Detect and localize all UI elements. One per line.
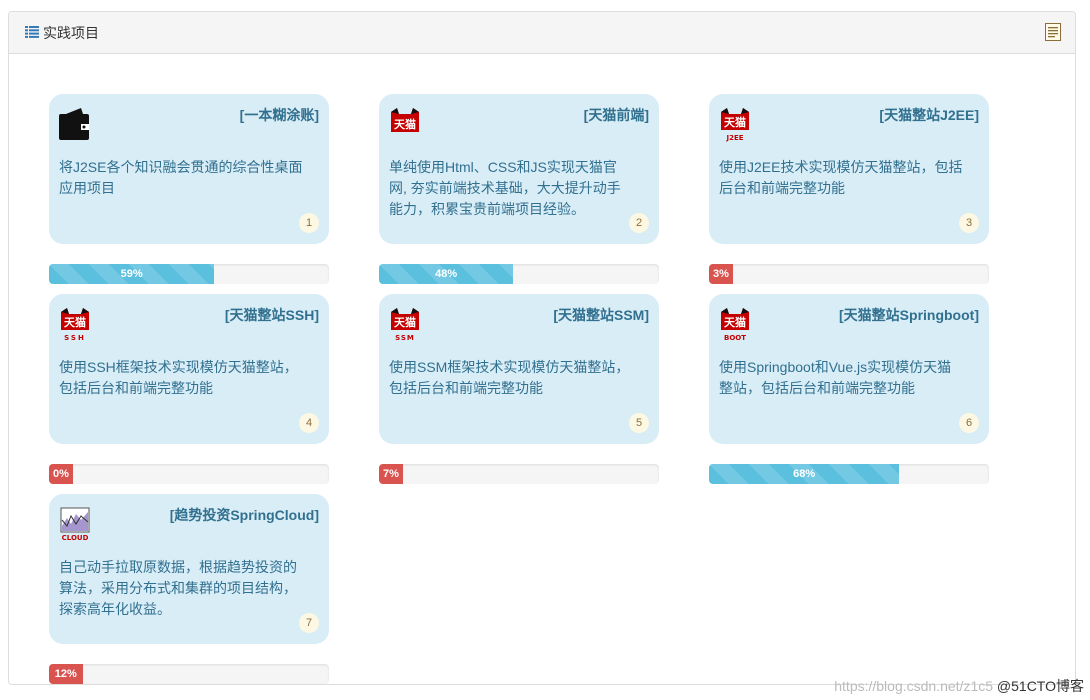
project-title[interactable]: [天猫整站Springboot]: [839, 306, 979, 324]
logo-caption: J2EE: [725, 134, 743, 142]
project-card[interactable]: 天猫 SSM [天猫整站SSM] 使用SSM框架技术实现模仿天猫整站，包括后台和…: [379, 294, 659, 444]
project-title[interactable]: [趋势投资SpringCloud]: [170, 506, 319, 524]
progress-bar: 59%: [49, 264, 215, 284]
project-description: 使用Springboot和Vue.js实现模仿天猫整站，包括后台和前端完整功能: [719, 359, 952, 396]
svg-text:天猫: 天猫: [394, 315, 416, 329]
tmall-icon: 天猫 BOOT: [719, 306, 751, 342]
progress-bar: 12%: [49, 664, 83, 684]
tmall-icon: 天猫 SSH: [59, 306, 91, 342]
logo-caption: SSH: [64, 334, 86, 342]
tmall-icon: 天猫 SSM: [389, 306, 421, 342]
progress-bar: 48%: [379, 264, 514, 284]
project-number-badge: 3: [959, 213, 979, 233]
svg-text:天猫: 天猫: [724, 115, 746, 129]
project-description: 单纯使用Html、CSS和JS实现天猫官网, 夯实前端技术基础，大大提升动手能力…: [389, 159, 621, 217]
project-description: 使用SSH框架技术实现模仿天猫整站，包括后台和前端完整功能: [59, 359, 298, 396]
progress-bar: 7%: [379, 464, 403, 484]
progress-track: 48%: [379, 264, 659, 284]
progress-track: 68%: [709, 464, 989, 484]
project-number-badge: 2: [629, 213, 649, 233]
project-card[interactable]: 天猫 J2EE [天猫整站J2EE] 使用J2EE技术实现模仿天猫整站，包括后台…: [709, 94, 989, 244]
progress-track: 12%: [49, 664, 329, 684]
panel-title: 实践项目: [43, 25, 99, 41]
project-description: 使用J2EE技术实现模仿天猫整站，包括后台和前端完整功能: [719, 159, 963, 196]
project-title[interactable]: [一本糊涂账]: [240, 106, 319, 124]
project-card[interactable]: 天猫 SSH [天猫整站SSH] 使用SSH框架技术实现模仿天猫整站，包括后台和…: [49, 294, 329, 444]
project-number-badge: 7: [299, 613, 319, 633]
project-card[interactable]: CLOUD [趋势投资SpringCloud] 自己动手拉取原数据，根据趋势投资…: [49, 494, 329, 644]
progress-bar: 68%: [709, 464, 900, 484]
progress-track: 7%: [379, 464, 659, 484]
tmall-icon: 天猫 J2EE: [719, 106, 751, 142]
logo-caption: CLOUD: [62, 534, 89, 542]
svg-text:天猫: 天猫: [724, 315, 746, 329]
logo-caption: SSM: [395, 334, 415, 342]
project-number-badge: 5: [629, 413, 649, 433]
watermark-brand: @51CTO博客: [996, 678, 1084, 694]
project-description: 使用SSM框架技术实现模仿天猫整站，包括后台和前端完整功能: [389, 359, 630, 396]
project-description: 自己动手拉取原数据，根据趋势投资的算法，采用分布式和集群的项目结构，探索高年化收…: [59, 559, 297, 617]
progress-track: 3%: [709, 264, 989, 284]
project-number-badge: 1: [299, 213, 319, 233]
project-card[interactable]: 天猫 [天猫前端] 单纯使用Html、CSS和JS实现天猫官网, 夯实前端技术基…: [379, 94, 659, 244]
svg-text:天猫: 天猫: [64, 315, 86, 329]
progress-track: 0%: [49, 464, 329, 484]
panel-heading: 实践项目: [9, 12, 1075, 54]
watermark: https://blog.csdn.net/z1c5 @51CTO博客: [834, 676, 1084, 696]
svg-text:天猫: 天猫: [394, 117, 416, 131]
logo-caption: BOOT: [724, 334, 746, 342]
project-title[interactable]: [天猫整站SSH]: [225, 306, 319, 324]
project-description: 将J2SE各个知识融会贯通的综合性桌面应用项目: [59, 159, 303, 196]
chart-cloud-icon: CLOUD: [59, 506, 91, 542]
project-title[interactable]: [天猫整站SSM]: [553, 306, 649, 324]
watermark-url: https://blog.csdn.net/z1c5: [834, 678, 994, 694]
wallet-icon: [59, 106, 91, 142]
progress-bar: 0%: [49, 464, 73, 484]
project-card[interactable]: [一本糊涂账] 将J2SE各个知识融会贯通的综合性桌面应用项目 1: [49, 94, 329, 244]
project-number-badge: 4: [299, 413, 319, 433]
project-title[interactable]: [天猫前端]: [584, 106, 649, 124]
progress-bar: 3%: [709, 264, 733, 284]
progress-track: 59%: [49, 264, 329, 284]
project-card[interactable]: 天猫 BOOT [天猫整站Springboot] 使用Springboot和Vu…: [709, 294, 989, 444]
tmall-icon: 天猫: [389, 106, 421, 142]
project-title[interactable]: [天猫整站J2EE]: [879, 106, 979, 124]
list-icon: [25, 26, 39, 38]
project-number-badge: 6: [959, 413, 979, 433]
note-icon[interactable]: [1045, 23, 1061, 41]
